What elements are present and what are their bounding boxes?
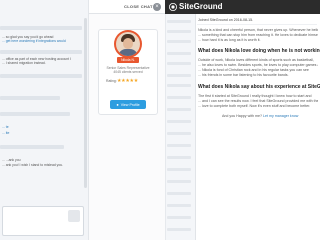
agent-name-badge: Nikola N.	[117, 57, 139, 63]
feedback-line: And you Happy with me? Let my manager kn…	[222, 114, 318, 118]
view-profile-label: View Profile	[120, 103, 140, 107]
placeholder-line	[167, 52, 191, 55]
placeholder-line	[167, 228, 191, 231]
agent-clients-served: 4045 clients served	[113, 70, 143, 74]
agent-rating: Rating: ★★★★★	[106, 78, 154, 84]
agent-role: Senior Sales Representative 4045 clients…	[98, 66, 158, 74]
answer-line: ... and I can see the results now. I fee…	[198, 99, 318, 103]
placeholder-line	[167, 30, 191, 33]
siteground-logo-icon	[169, 3, 177, 11]
feedback-question: And you Happy with me?	[222, 114, 262, 118]
placeholder-line	[167, 168, 191, 171]
chat-message-bubble	[0, 145, 64, 149]
placeholder-line	[167, 144, 191, 147]
chat-message: ... ank you! I wish I stand to mislead y…	[2, 163, 64, 167]
brand-name: SiteGround	[179, 2, 223, 11]
answer-line: ... his friends in some bar listening to…	[198, 73, 289, 77]
chat-message: ... get here wondering if integrations w…	[2, 39, 66, 43]
placeholder-line	[167, 216, 191, 219]
placeholder-line	[167, 40, 191, 43]
chat-message: ... I shared migration instead.	[2, 61, 46, 65]
avatar	[114, 30, 142, 58]
close-chat-button[interactable]: CLOSE CHAT	[124, 4, 153, 9]
chat-scrollbar[interactable]	[84, 18, 87, 188]
chat-message-bubble	[0, 74, 82, 78]
placeholder-line	[167, 120, 191, 123]
chat-message-bubble	[0, 96, 60, 100]
chat-message: ... te	[2, 125, 9, 129]
view-profile-button[interactable]: ● View Profile	[110, 100, 146, 109]
send-button[interactable]	[68, 210, 80, 222]
rating-label: Rating:	[106, 79, 117, 83]
answer-line: Outside of work, Nikola loves different …	[198, 58, 314, 62]
placeholder-line	[167, 204, 191, 207]
intro-line: ... how hard it is as long as it is wort…	[198, 38, 261, 42]
answer-line: ... he also loves to swim. Besides sport…	[198, 63, 318, 67]
placeholder-line	[167, 180, 191, 183]
user-icon: ●	[116, 102, 119, 107]
answer-line: ... Nikola is fond of Christian rock and…	[198, 68, 309, 72]
intro-line: Nikola is a kind and cheerful person, th…	[198, 28, 318, 32]
placeholder-line	[167, 132, 191, 135]
placeholder-line	[167, 84, 191, 87]
divider	[197, 24, 317, 25]
placeholder-line	[167, 20, 191, 23]
placeholder-line	[167, 74, 191, 77]
star-rating-icon: ★★★★★	[117, 78, 138, 84]
chat-message: ... ...ank you	[2, 158, 21, 162]
chat-pane: ... so glad you say you'd go ahead ... g…	[0, 0, 89, 240]
answer-line: ... love to complete both myself. Now it…	[198, 104, 311, 108]
answer-line: The first ti started at SiteGround I rea…	[198, 94, 312, 98]
intro-line: ... something that can stop him from rea…	[198, 33, 318, 37]
feedback-link[interactable]: Let my manager know	[263, 114, 298, 118]
question-heading: What does Nikola say about his experienc…	[198, 84, 320, 90]
placeholder-line	[167, 96, 191, 99]
chat-message-bubble	[0, 26, 82, 30]
close-icon[interactable]: ×	[153, 3, 161, 11]
joined-date: Joined SiteGround on 2016-08-15.	[198, 18, 254, 22]
question-heading: What does Nikola love doing when he is n…	[198, 48, 320, 54]
placeholder-line	[167, 156, 191, 159]
placeholder-line	[167, 62, 191, 65]
chat-message-bubble	[0, 112, 70, 116]
chat-message: ... ite	[2, 131, 10, 135]
placeholder-line	[167, 192, 191, 195]
chat-message-bubble	[0, 50, 82, 54]
placeholder-line	[167, 108, 191, 111]
